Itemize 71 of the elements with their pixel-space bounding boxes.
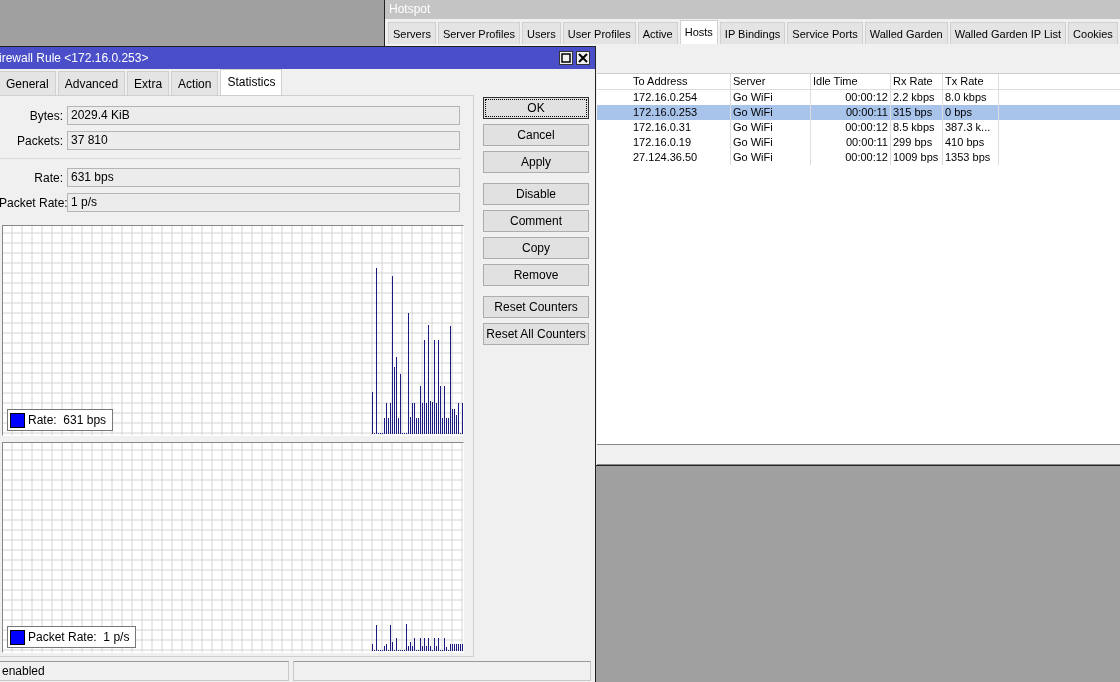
table-cell: Go WiFi xyxy=(731,105,811,120)
close-icon[interactable] xyxy=(576,51,590,65)
tab[interactable]: IP Bindings xyxy=(719,21,786,44)
read-only-field: 2029.4 KiB xyxy=(67,106,460,125)
dialog-button[interactable]: Reset Counters xyxy=(483,296,589,318)
table-cell: 0 bps xyxy=(943,105,999,120)
tab[interactable]: Servers xyxy=(388,21,436,44)
tab[interactable]: Statistics xyxy=(220,69,283,95)
field-label: Rate: xyxy=(33,169,64,187)
dialog-button[interactable]: Apply xyxy=(483,151,589,173)
table-cell: 27.124.36.50 xyxy=(631,150,731,165)
dialog-button[interactable]: Reset All Counters xyxy=(483,323,589,345)
dialog-button[interactable]: Cancel xyxy=(483,124,589,146)
tab[interactable]: Service Ports xyxy=(787,21,863,44)
legend-swatch-icon xyxy=(10,412,25,428)
table-cell: Go WiFi xyxy=(731,135,811,150)
legend-label: Packet Rate: 1 p/s xyxy=(28,629,130,646)
table-cell: 00:00:12 xyxy=(811,150,891,165)
tab[interactable]: General xyxy=(0,71,56,95)
column-header[interactable]: Rx Rate xyxy=(891,74,943,89)
table-cell: 172.16.0.19 xyxy=(631,135,731,150)
column-header[interactable]: Server xyxy=(731,74,811,89)
maximize-icon[interactable] xyxy=(559,51,573,65)
table-row[interactable]: 172.16.0.31 Go WiFi 00:00:12 8.5 kbps 387.3 k... xyxy=(597,120,1120,135)
read-only-field: 1 p/s xyxy=(67,193,460,212)
table-cell: 387.3 k... xyxy=(943,120,999,135)
table-cell: 00:00:12 xyxy=(811,120,891,135)
tab[interactable]: Extra xyxy=(127,71,170,95)
table-cell: 299 bps xyxy=(891,135,943,150)
column-header[interactable]: Idle Time xyxy=(811,74,891,89)
table-cell: 00:00:11 xyxy=(811,135,891,150)
table-row[interactable]: 27.124.36.50 Go WiFi 00:00:12 1009 bps 1353 bps xyxy=(597,150,1120,165)
table-cell: 1353 bps xyxy=(943,150,999,165)
tab[interactable]: Walled Garden IP List xyxy=(949,21,1067,44)
column-header[interactable]: Tx Rate xyxy=(943,74,999,89)
table-cell: 00:00:11 xyxy=(811,105,891,120)
table-cell: 410 bps xyxy=(943,135,999,150)
tab[interactable]: Cookies xyxy=(1068,21,1118,44)
dialog-button[interactable]: Comment xyxy=(483,210,589,232)
dialog-button[interactable]: Remove xyxy=(483,264,589,286)
legend-swatch-icon xyxy=(10,629,25,645)
dialog-button[interactable]: Copy xyxy=(483,237,589,259)
tab[interactable]: Walled Garden xyxy=(864,21,948,44)
field-label: Packet Rate: xyxy=(0,194,67,212)
window-title: Hotspot xyxy=(385,0,1120,19)
table-row[interactable]: 172.16.0.19 Go WiFi 00:00:11 299 bps 410 bps xyxy=(597,135,1120,150)
table-cell: 172.16.0.31 xyxy=(631,120,731,135)
tab[interactable]: Advanced xyxy=(57,71,126,95)
window-title: irewall Rule <172.16.0.253> xyxy=(0,50,149,67)
table-cell: 315 bps xyxy=(891,105,943,120)
column-header[interactable]: To Address xyxy=(631,74,731,89)
read-only-field: 631 bps xyxy=(67,168,460,187)
field-label: Packets: xyxy=(15,132,64,150)
dialog-button[interactable]: OK xyxy=(483,97,589,119)
tab[interactable]: Hosts xyxy=(679,19,718,44)
table-cell: 1009 bps xyxy=(891,150,943,165)
read-only-field: 37 810 xyxy=(67,131,460,150)
legend-label: Rate: 631 bps xyxy=(28,412,107,429)
tab[interactable]: Server Profiles xyxy=(437,21,521,44)
table-cell: Go WiFi xyxy=(731,120,811,135)
tab[interactable]: Users xyxy=(522,21,561,44)
field-label: Bytes: xyxy=(28,107,64,125)
table-cell: 172.16.0.253 xyxy=(631,105,731,120)
table-cell: 8.5 kbps xyxy=(891,120,943,135)
tab[interactable]: User Profiles xyxy=(562,21,636,44)
dialog-button[interactable]: Disable xyxy=(483,183,589,205)
tab[interactable]: Action xyxy=(171,71,219,95)
table-cell: Go WiFi xyxy=(731,150,811,165)
table-row[interactable]: 172.16.0.253 Go WiFi 00:00:11 315 bps 0 bps xyxy=(597,105,1120,120)
status-text: enabled xyxy=(0,661,289,681)
tab[interactable]: Active xyxy=(637,21,678,44)
